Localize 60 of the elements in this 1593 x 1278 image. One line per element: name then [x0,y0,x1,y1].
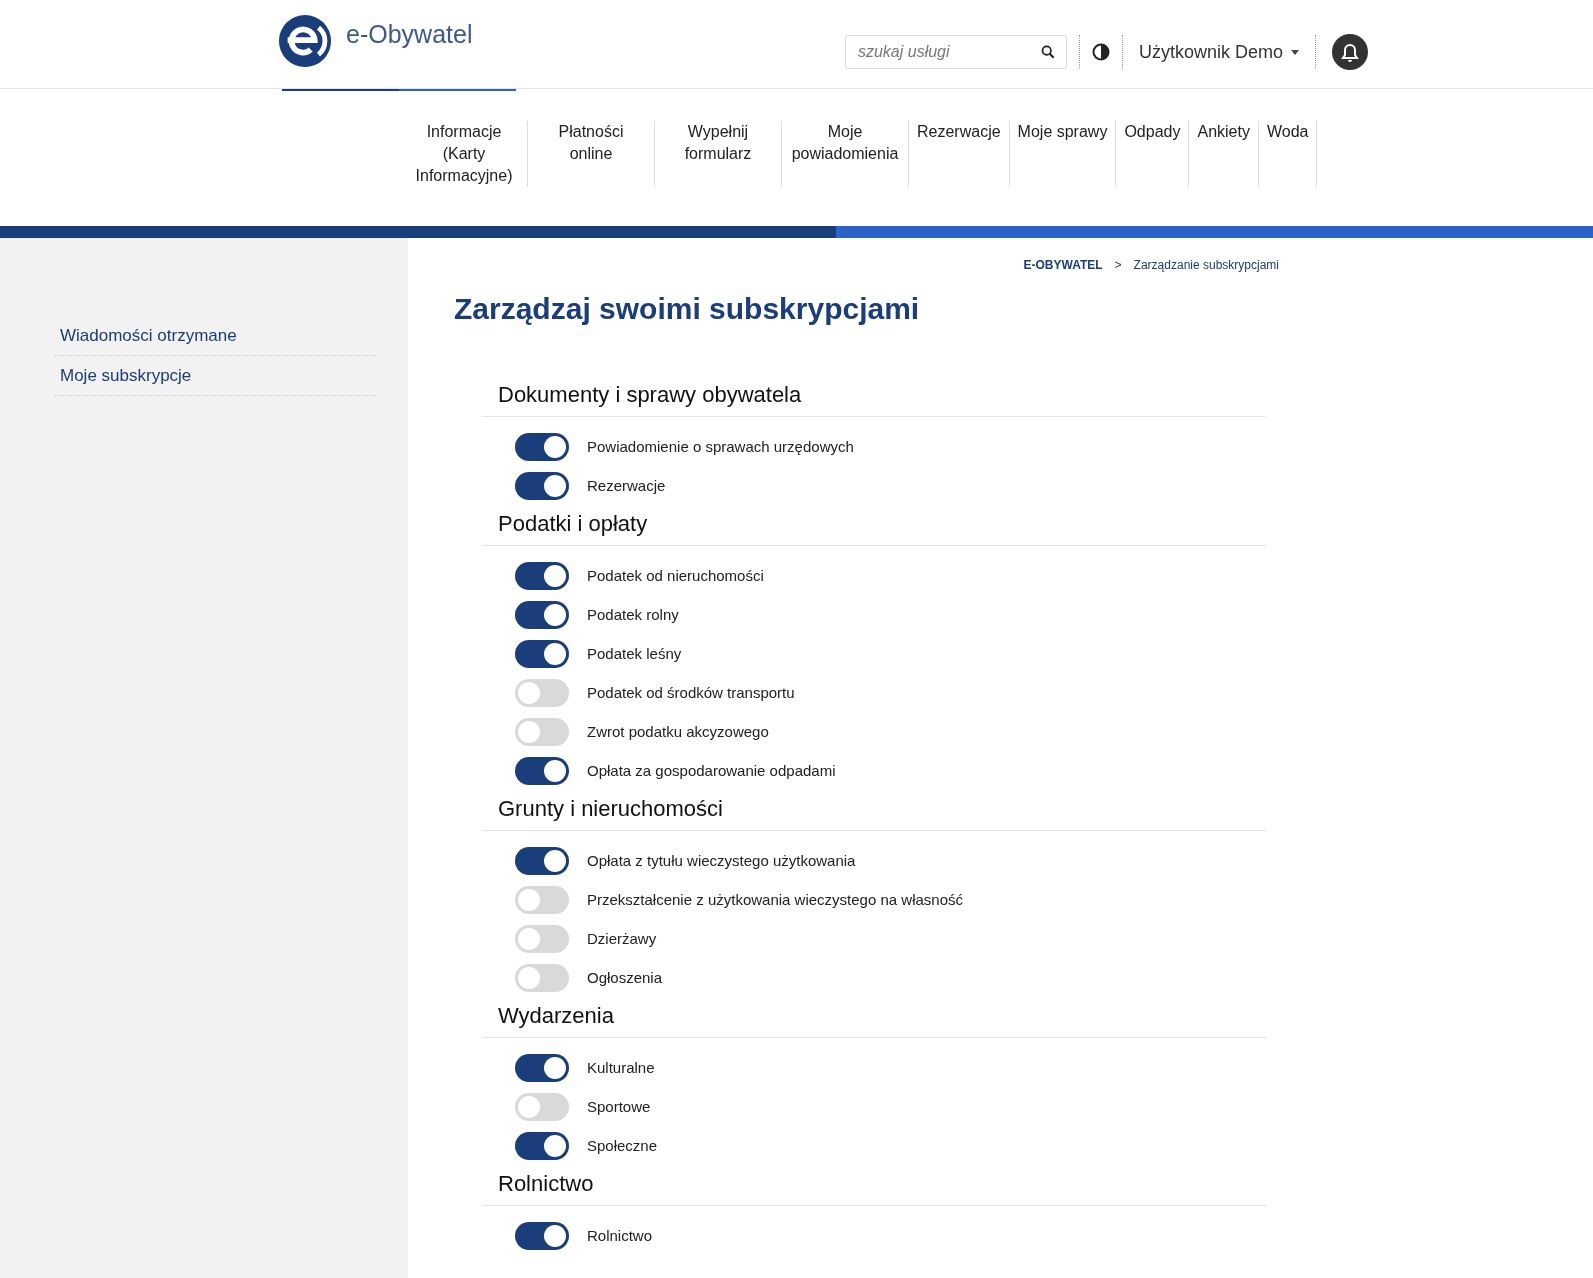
toggle-label: Podatek od nieruchomości [587,567,764,584]
section-heading: Rolnictwo [482,1171,1266,1206]
toggle-switch[interactable] [515,963,569,992]
nav-link[interactable]: Wypełnij formularz [655,121,782,187]
toggle-switch[interactable] [515,885,569,914]
logo-text[interactable]: e-Obywatel [346,20,473,49]
toggle-switch[interactable] [515,924,569,953]
toggle-label: Społeczne [587,1137,658,1154]
nav-link[interactable]: Płatności online [528,121,655,187]
toggle-label: Rolnictwo [587,1227,653,1244]
toggle-switch[interactable] [515,846,569,875]
toggle-switch[interactable] [515,561,569,590]
section-heading: Dokumenty i sprawy obywatela [482,382,1266,417]
breadcrumb-link[interactable]: E-OBYWATEL [1023,258,1103,272]
sidebar-link[interactable]: Moje subskrypcje [54,356,378,396]
bell-icon[interactable] [1332,34,1368,70]
caret-icon [1291,49,1299,55]
toggle-label: Opłata za gospodarowanie odpadami [587,762,836,779]
toggle-switch[interactable] [515,678,569,707]
toggle-label: Podatek od środków transportu [587,684,795,701]
toggle-switch[interactable] [515,756,569,785]
toggle-switch[interactable] [515,432,569,461]
toggle-label: Podatek rolny [587,606,679,623]
toggle-switch[interactable] [515,1053,569,1082]
toggle-label: Powiadomienie o sprawach urzędowych [587,438,854,455]
contrast-icon[interactable] [1091,43,1110,61]
toggle-switch[interactable] [515,1221,569,1250]
toggle-label: Sportowe [587,1098,651,1115]
sidebar-link[interactable]: Wiadomości otrzymane [54,316,378,356]
toggle-label: Opłata z tytułu wieczystego użytkowania [587,852,856,869]
toggle-label: Zwrot podatku akcyzowego [587,723,769,740]
toggle-switch[interactable] [515,639,569,668]
toggle-label: Podatek leśny [587,645,682,662]
toggle-switch[interactable] [515,600,569,629]
nav-link[interactable]: Woda [1258,121,1318,187]
toggle-label: Przekształcenie z użytkowania wieczystego na własność [587,891,963,908]
user-menu[interactable]: Użytkownik Demo [1134,41,1303,63]
toggle-label: Kulturalne [587,1059,655,1076]
breadcrumb-current: Zarządzanie subskrypcjami [1133,258,1279,272]
toggle-switch[interactable] [515,717,569,746]
search-icon[interactable] [1040,45,1055,59]
page-title: Zarządzaj swoimi subskrypcjami [454,292,921,326]
section-heading: Wydarzenia [482,1003,1266,1038]
nav-link[interactable]: Informacje (Karty Informacyjne) [401,121,528,187]
toggle-label: Rezerwacje [587,477,666,494]
nav-link[interactable]: Moje sprawy [1009,121,1117,187]
nav-link[interactable]: Rezerwacje [909,121,1010,187]
breadcrumb-separator: > [1114,258,1122,272]
section-heading: Grunty i nieruchomości [482,796,1266,831]
toggle-switch[interactable] [515,1092,569,1121]
search-field[interactable]: szukaj usługi [844,35,1067,69]
toggle-label: Dzierżawy [587,930,657,947]
nav-link[interactable]: Moje powiadomienia [782,121,909,187]
toggle-switch[interactable] [515,1131,569,1160]
toggle-switch[interactable] [515,471,569,500]
section-heading: Podatki i opłaty [482,511,1266,546]
nav-link[interactable]: Ankiety [1189,121,1259,187]
toggle-label: Ogłoszenia [587,969,663,986]
logo-icon[interactable] [276,14,334,68]
nav-link[interactable]: Odpady [1116,121,1190,187]
